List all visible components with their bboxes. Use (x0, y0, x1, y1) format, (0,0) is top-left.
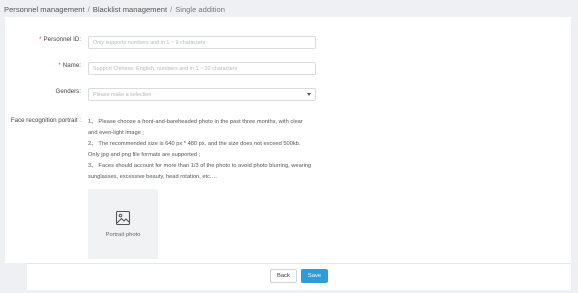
breadcrumb: Personnel management / Blacklist managem… (4, 3, 225, 15)
save-button[interactable]: Save (301, 269, 328, 283)
instruction-1: 1、 Please choose a front-and-bareheaded … (88, 119, 303, 137)
portrait-photo-upload[interactable]: Portrait photo (88, 189, 158, 259)
image-icon (115, 210, 131, 226)
name-row: * Name: (5, 62, 85, 70)
genders-select-placeholder: Please make a selection (93, 91, 152, 98)
personnel-id-label: * Personnel ID: (39, 36, 81, 43)
chevron-down-icon (307, 93, 311, 96)
breadcrumb-item-personnel-management[interactable]: Personnel management (4, 5, 85, 14)
genders-label: Genders: (55, 88, 81, 95)
breadcrumb-item-blacklist-management[interactable]: Blacklist management (93, 5, 167, 14)
breadcrumb-separator: / (170, 4, 173, 14)
instruction-2: 2、 The recommended size is 640 px * 480 … (88, 141, 301, 159)
required-mark: * (58, 62, 61, 69)
name-label: * Name: (58, 62, 81, 69)
personnel-id-row: * Personnel ID: (5, 36, 85, 44)
genders-select[interactable]: Please make a selection (88, 88, 316, 101)
genders-row: Genders: (5, 88, 85, 96)
instruction-3: 3、 Faces should account for more than 1/… (88, 163, 312, 181)
face-recognition-label: Face recognition portrait : (10, 117, 81, 124)
name-input[interactable]: Support Chinese, English, numbers and in… (88, 62, 316, 75)
portrait-photo-label: Portrait photo (105, 232, 141, 238)
personnel-id-input[interactable]: Only supports numbers and in 1 ~ 9 chara… (88, 36, 316, 49)
breadcrumb-item-single-addition: Single addition (175, 4, 226, 14)
back-button[interactable]: Back (270, 269, 297, 283)
form-card: * Personnel ID: Only supports numbers and… (5, 17, 571, 263)
form-footer: Back Save (27, 263, 571, 290)
required-mark: * (39, 36, 42, 43)
photo-instructions: 1、 Please choose a front-and-bareheaded … (88, 117, 313, 184)
breadcrumb-separator: / (87, 4, 90, 14)
